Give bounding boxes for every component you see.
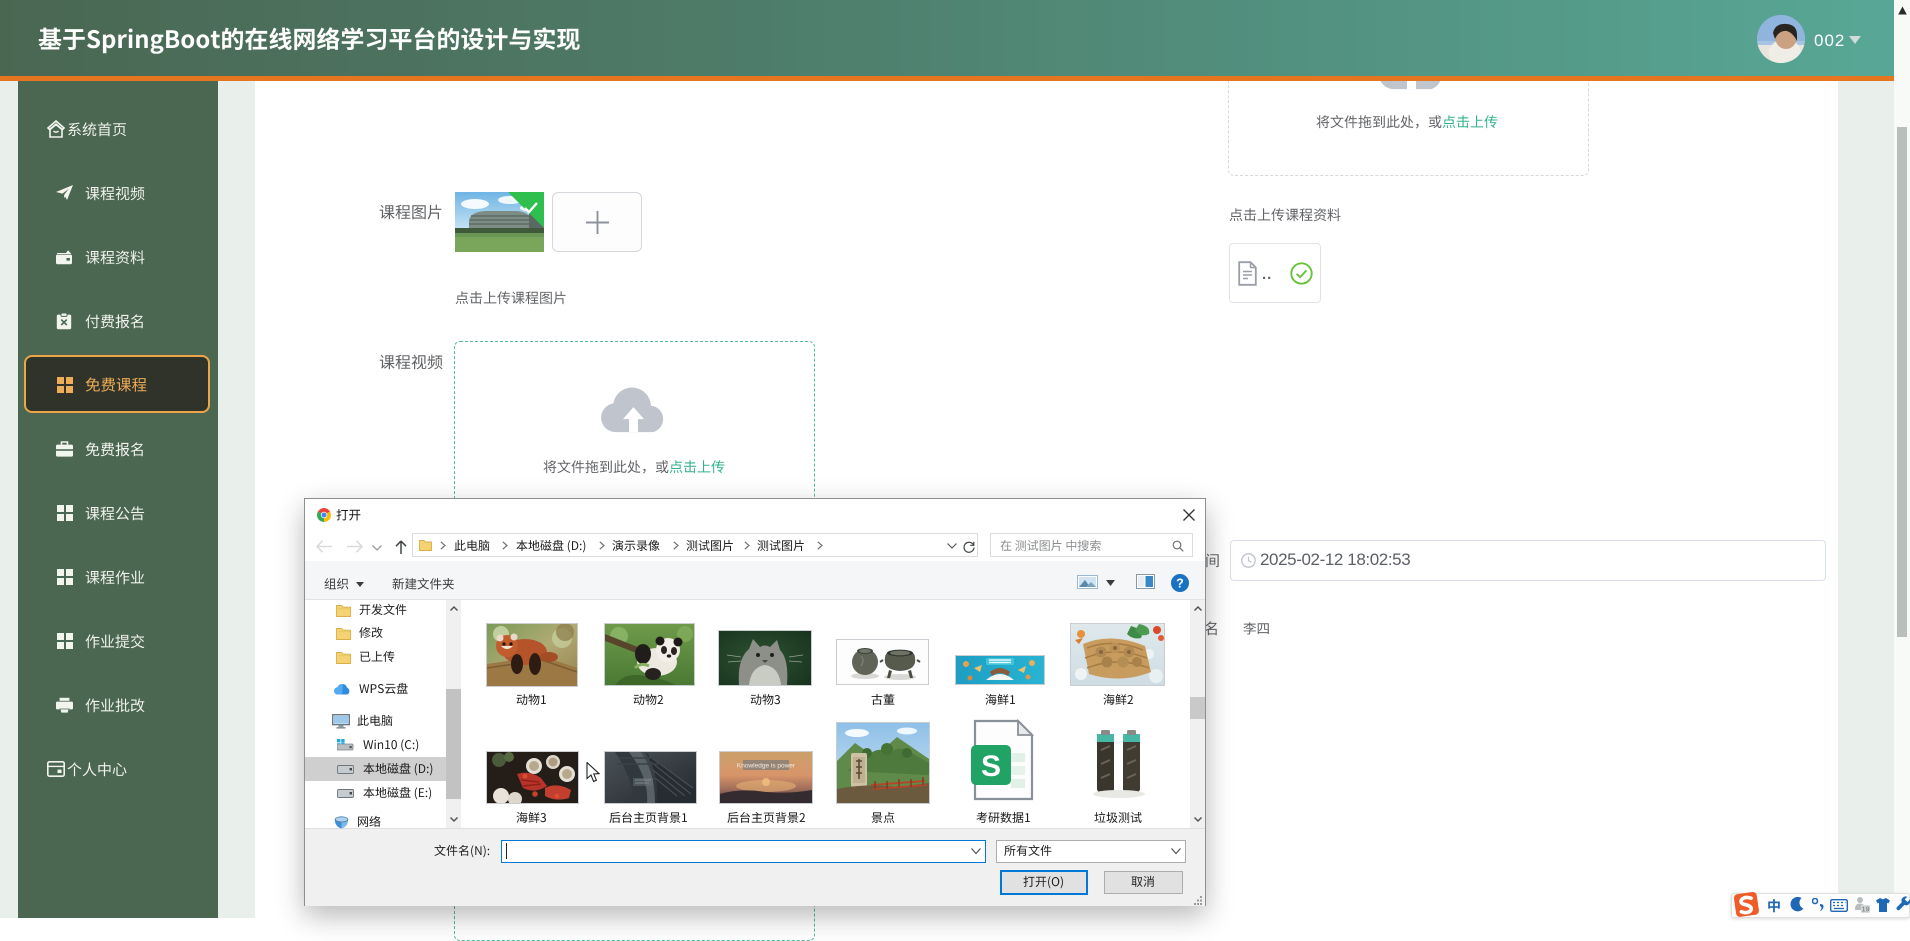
svg-text:Knowledge is power: Knowledge is power xyxy=(737,763,796,770)
svg-text:19: 19 xyxy=(1861,905,1869,914)
svg-text:S: S xyxy=(981,750,1001,783)
svg-text:?: ? xyxy=(1176,576,1184,590)
